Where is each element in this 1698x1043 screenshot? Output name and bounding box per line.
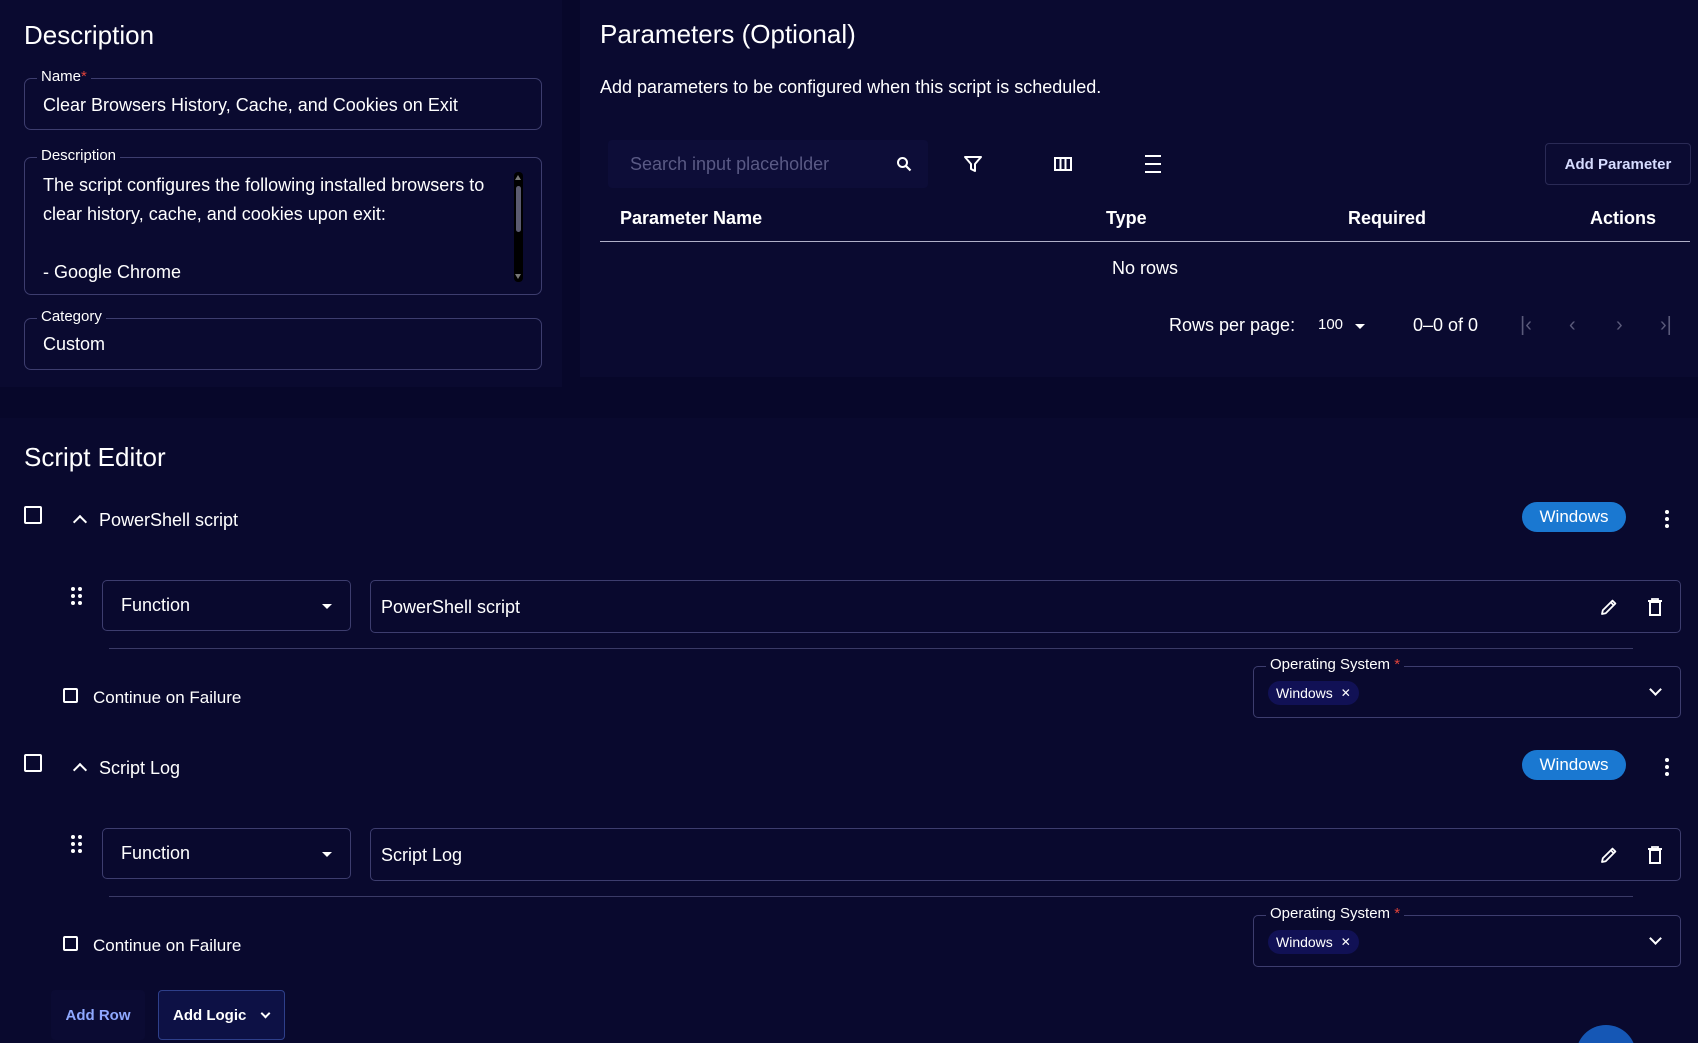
description-field[interactable]: Description The script configures the fo… xyxy=(24,147,542,295)
edit-icon[interactable] xyxy=(1598,596,1620,618)
row-divider xyxy=(109,648,1633,649)
column-header-parameter-name[interactable]: Parameter Name xyxy=(620,208,762,229)
caret-down-icon xyxy=(322,604,332,609)
name-field-value: Clear Browsers History, Cache, and Cooki… xyxy=(43,95,458,115)
function-field[interactable]: Script Log xyxy=(370,828,1681,881)
chevron-down-icon[interactable] xyxy=(1649,683,1662,696)
drag-handle-icon[interactable] xyxy=(71,587,83,605)
function-field[interactable]: PowerShell script xyxy=(370,580,1681,633)
os-badge: Windows xyxy=(1522,502,1626,532)
row-select-checkbox[interactable] xyxy=(24,506,42,524)
column-header-required[interactable]: Required xyxy=(1348,208,1426,229)
continue-on-failure-checkbox[interactable] xyxy=(63,936,78,951)
rows-per-page-value[interactable]: 100 xyxy=(1318,316,1343,333)
empty-table-message: No rows xyxy=(1112,258,1179,278)
os-tag-label: Windows xyxy=(1276,934,1333,950)
caret-down-icon xyxy=(322,852,332,857)
category-field-value: Custom xyxy=(43,334,106,354)
os-tag: Windows ✕ xyxy=(1268,930,1359,954)
add-row-button[interactable]: Add Row xyxy=(51,990,145,1040)
previous-page-icon[interactable]: ‹ xyxy=(1569,314,1576,337)
description-field-label: Description xyxy=(37,147,121,164)
row-title: PowerShell script xyxy=(99,510,239,530)
density-icon[interactable] xyxy=(1140,151,1166,177)
os-tag-label: Windows xyxy=(1276,685,1333,701)
more-options-icon[interactable] xyxy=(1665,758,1669,779)
row-type-select[interactable]: Function xyxy=(102,828,351,879)
edit-icon[interactable] xyxy=(1598,844,1620,866)
scroll-thumb[interactable] xyxy=(516,186,521,232)
continue-on-failure-label: Continue on Failure xyxy=(93,688,242,707)
script-editor-title: Script Editor xyxy=(24,442,166,472)
column-header-type[interactable]: Type xyxy=(1106,208,1147,229)
column-header-actions[interactable]: Actions xyxy=(1590,208,1656,229)
add-logic-label: Add Logic xyxy=(173,1006,247,1024)
more-options-icon[interactable] xyxy=(1665,510,1669,531)
pagination-range: 0–0 of 0 xyxy=(1413,315,1479,335)
add-parameter-button[interactable]: Add Parameter xyxy=(1545,143,1691,185)
row-type-select[interactable]: Function xyxy=(102,580,351,631)
table-header-divider xyxy=(600,241,1690,242)
next-page-icon[interactable]: › xyxy=(1616,314,1623,337)
row-select-checkbox[interactable] xyxy=(24,754,42,772)
name-field[interactable]: Name* Clear Browsers History, Cache, and… xyxy=(24,68,542,130)
description-field-value: The script configures the following inst… xyxy=(43,175,485,282)
operating-system-field[interactable]: Operating System * Windows ✕ xyxy=(1253,656,1681,718)
search-input[interactable] xyxy=(630,152,870,176)
function-field-value: Script Log xyxy=(381,845,463,865)
columns-icon[interactable] xyxy=(1050,151,1076,177)
remove-tag-icon[interactable]: ✕ xyxy=(1341,935,1351,949)
category-field[interactable]: Category Custom xyxy=(24,308,542,370)
filter-icon[interactable] xyxy=(960,151,986,177)
chevron-down-icon[interactable] xyxy=(1649,932,1662,945)
caret-down-icon[interactable] xyxy=(1355,324,1365,329)
parameters-title: Parameters (Optional) xyxy=(600,19,856,49)
function-field-value: PowerShell script xyxy=(381,597,521,617)
drag-handle-icon[interactable] xyxy=(71,835,83,853)
os-tag: Windows ✕ xyxy=(1268,681,1359,705)
scroll-down-icon[interactable] xyxy=(515,274,521,279)
rows-per-page-label: Rows per page: xyxy=(1169,315,1296,335)
operating-system-label: Operating System * xyxy=(1266,656,1405,673)
description-scrollbar[interactable] xyxy=(514,172,523,282)
parameter-search[interactable] xyxy=(608,140,928,188)
description-panel: Description Name* Clear Browsers History… xyxy=(0,0,562,387)
delete-icon[interactable] xyxy=(1644,844,1666,866)
delete-icon[interactable] xyxy=(1644,596,1666,618)
os-badge: Windows xyxy=(1522,750,1626,780)
row-type-value: Function xyxy=(121,595,191,615)
parameters-subtitle: Add parameters to be configured when thi… xyxy=(600,77,1102,97)
category-field-label: Category xyxy=(37,308,106,325)
first-page-icon[interactable]: |‹ xyxy=(1520,314,1532,337)
row-title: Script Log xyxy=(99,758,181,778)
remove-tag-icon[interactable]: ✕ xyxy=(1341,686,1351,700)
chevron-down-icon xyxy=(260,1008,271,1019)
name-field-label: Name* xyxy=(37,68,91,85)
row-divider xyxy=(109,896,1633,897)
description-title: Description xyxy=(24,20,155,50)
search-icon[interactable] xyxy=(894,154,914,174)
continue-on-failure-label: Continue on Failure xyxy=(93,936,242,955)
add-logic-button[interactable]: Add Logic xyxy=(158,990,285,1040)
scroll-up-icon[interactable] xyxy=(515,175,521,180)
row-type-value: Function xyxy=(121,843,191,863)
last-page-icon[interactable]: ›| xyxy=(1660,314,1672,337)
operating-system-label: Operating System * xyxy=(1266,905,1405,922)
continue-on-failure-checkbox[interactable] xyxy=(63,688,78,703)
operating-system-field[interactable]: Operating System * Windows ✕ xyxy=(1253,905,1681,967)
